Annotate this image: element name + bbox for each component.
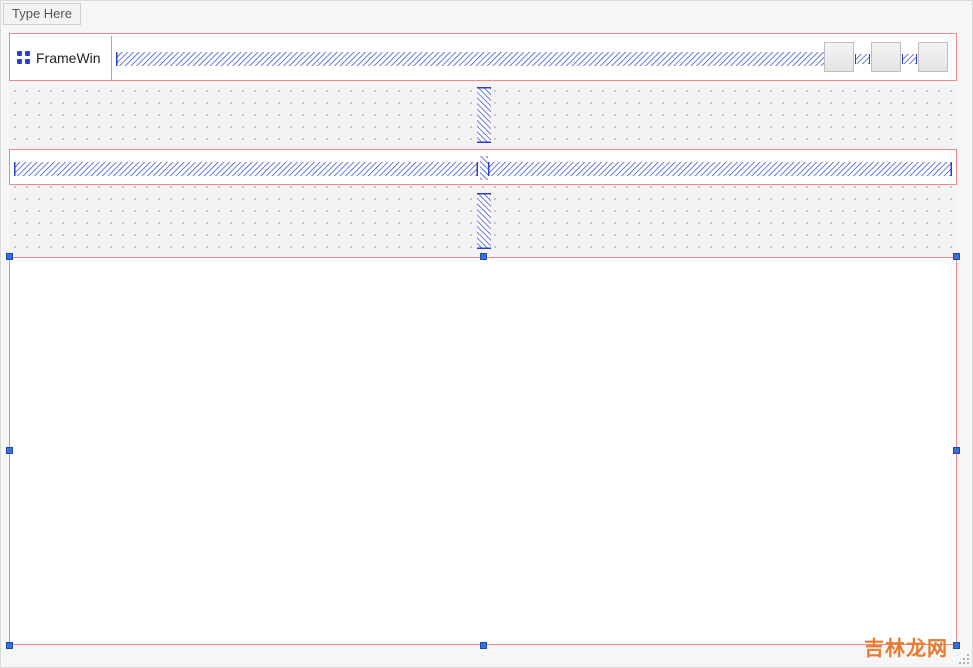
toolbar-buttons	[824, 42, 952, 74]
menubar-placeholder[interactable]: Type Here	[3, 3, 81, 25]
tool-button-2[interactable]	[871, 42, 901, 72]
listview-center-handle[interactable]	[480, 156, 488, 180]
resize-handle[interactable]	[953, 253, 960, 260]
resize-handle[interactable]	[480, 253, 487, 260]
vertical-spacer-icon[interactable]	[477, 193, 491, 249]
resize-handle[interactable]	[6, 447, 13, 454]
tool-button-1[interactable]	[824, 42, 854, 72]
listview-layout[interactable]	[9, 149, 957, 185]
horizontal-spacer-icon[interactable]	[488, 162, 952, 176]
toolbar-label: FrameWin	[36, 50, 101, 66]
resize-handle[interactable]	[953, 447, 960, 454]
resize-handle[interactable]	[480, 642, 487, 649]
resize-handle[interactable]	[6, 642, 13, 649]
horizontal-spacer-icon[interactable]	[855, 54, 870, 64]
grid-icon	[16, 50, 32, 66]
size-grip-icon[interactable]	[956, 651, 970, 665]
horizontal-spacer-icon[interactable]	[902, 54, 917, 64]
watermark-text: 吉林龙网	[864, 632, 948, 661]
resize-handle[interactable]	[6, 253, 13, 260]
resize-handle[interactable]	[953, 642, 960, 649]
vertical-spacer-icon[interactable]	[477, 87, 491, 143]
horizontal-spacer-icon[interactable]	[14, 162, 478, 176]
toolbar-label-box[interactable]: FrameWin	[12, 36, 112, 80]
designer-canvas[interactable]: Type Here FrameWin	[0, 0, 973, 668]
tool-button-3[interactable]	[918, 42, 948, 72]
horizontal-spacer-icon[interactable]	[116, 52, 828, 66]
toolbar-layout[interactable]: FrameWin	[9, 33, 957, 81]
tableview-layout[interactable]	[9, 257, 957, 645]
